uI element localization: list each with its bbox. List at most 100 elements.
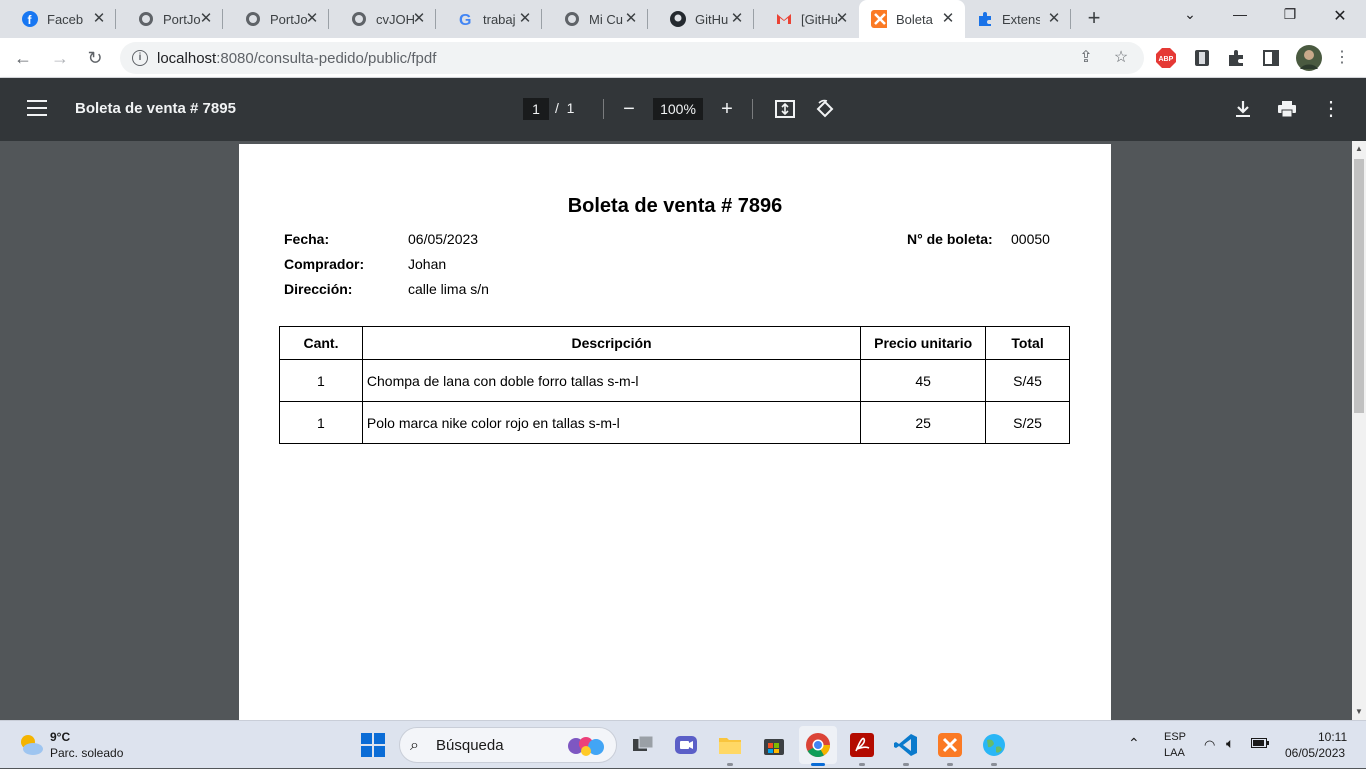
scrollbar-thumb[interactable] <box>1354 159 1364 413</box>
battery-icon[interactable] <box>1251 738 1269 751</box>
chevron-up-icon[interactable]: ⌃ <box>1128 735 1140 752</box>
google-icon: G <box>458 11 474 27</box>
scroll-down-icon[interactable]: ▼ <box>1354 707 1364 717</box>
side-panel-icon[interactable] <box>1261 48 1281 68</box>
rotate-button[interactable] <box>812 96 838 122</box>
more-options-icon[interactable]: ⋮ <box>1318 96 1344 122</box>
chrome-taskbar-button[interactable] <box>799 726 837 764</box>
page-number-input[interactable]: 1 <box>523 98 549 120</box>
forward-button[interactable]: → <box>48 46 72 70</box>
language-bottom[interactable]: LAA <box>1164 747 1185 759</box>
tab-extensiones[interactable]: Extens ✕ <box>965 0 1071 38</box>
tab-mi-cu[interactable]: Mi Cu ✕ <box>542 0 648 38</box>
reload-button[interactable]: ↻ <box>83 46 107 70</box>
volume-icon[interactable]: 🔈︎ <box>1226 735 1234 752</box>
scrollbar[interactable]: ▲ ▼ <box>1352 141 1366 720</box>
toolbar-divider <box>603 99 604 119</box>
task-view-icon[interactable] <box>630 732 656 758</box>
tab-portjo-2[interactable]: PortJo ✕ <box>223 0 329 38</box>
toolbar-divider <box>752 99 753 119</box>
taskbar-search[interactable]: ⌕ Búsqueda <box>399 727 617 763</box>
running-indicator <box>903 763 909 766</box>
bookmark-star-icon[interactable]: ☆ <box>1112 49 1130 67</box>
close-icon[interactable]: ✕ <box>305 11 319 26</box>
tab-trabaj[interactable]: G trabaj ✕ <box>436 0 542 38</box>
close-icon[interactable]: ✕ <box>199 11 213 26</box>
start-tile <box>361 746 372 757</box>
tab-divider <box>1070 9 1071 29</box>
print-button[interactable] <box>1274 96 1300 122</box>
file-explorer-icon[interactable] <box>717 732 743 758</box>
info-icon[interactable]: i <box>132 50 148 66</box>
running-indicator <box>991 763 997 766</box>
microsoft-store-icon[interactable] <box>761 732 787 758</box>
close-window-button[interactable]: ✕ <box>1326 6 1354 28</box>
column-header: Descripción <box>361 326 862 360</box>
acrobat-icon[interactable] <box>849 732 875 758</box>
clock-time[interactable]: 10:11 <box>1318 730 1347 744</box>
tab-gmail[interactable]: [GitHu ✕ <box>754 0 859 38</box>
language-top[interactable]: ESP <box>1164 731 1186 743</box>
pdf-title: Boleta de venta # 7895 <box>75 100 236 117</box>
boleta-number-label: N° de boleta: <box>907 231 993 247</box>
zoom-input[interactable]: 100% <box>653 98 703 120</box>
close-icon[interactable]: ✕ <box>835 11 849 26</box>
table-row: 1 Polo marca nike color rojo en tallas s… <box>279 401 1070 444</box>
gmail-icon <box>776 11 792 27</box>
close-icon[interactable]: ✕ <box>412 11 426 26</box>
tab-label: GitHu <box>695 11 729 27</box>
tab-cvjoh[interactable]: cvJOH ✕ <box>329 0 436 38</box>
url-text[interactable]: localhost:8080/consulta-pedido/public/fp… <box>157 50 436 67</box>
menu-icon[interactable] <box>27 100 47 116</box>
browser-menu-icon[interactable]: ⋮ <box>1330 46 1354 70</box>
close-icon[interactable]: ✕ <box>1047 11 1061 26</box>
adblock-icon[interactable]: ABP <box>1156 48 1176 68</box>
close-icon[interactable]: ✕ <box>518 11 532 26</box>
start-button[interactable] <box>361 733 385 757</box>
fit-page-button[interactable] <box>772 96 798 122</box>
start-tile <box>361 733 372 744</box>
xampp-taskbar-icon[interactable] <box>937 732 963 758</box>
avatar[interactable] <box>1296 45 1322 71</box>
tab-portjo-1[interactable]: PortJo ✕ <box>116 0 223 38</box>
cell-total: S/45 <box>985 359 1070 402</box>
back-button[interactable]: ← <box>11 46 35 70</box>
pdf-toolbar: Boleta de venta # 7895 1 / 1 − 100% + ⋮ <box>0 78 1366 141</box>
download-button[interactable] <box>1230 96 1256 122</box>
cell-precio: 45 <box>860 359 987 402</box>
cell-descripcion: Polo marca nike color rojo en tallas s-m… <box>361 401 862 444</box>
vscode-icon[interactable] <box>893 732 919 758</box>
minimize-button[interactable]: — <box>1226 6 1254 28</box>
extension-icon[interactable] <box>1192 48 1212 68</box>
new-tab-button[interactable]: + <box>1084 7 1104 29</box>
close-icon[interactable]: ✕ <box>941 11 955 26</box>
tab-facebook[interactable]: f Faceb ✕ <box>0 0 116 38</box>
start-tile <box>374 746 385 757</box>
extensions-puzzle-icon[interactable] <box>1226 48 1246 68</box>
tab-search-chevron-icon[interactable]: ⌄ <box>1176 6 1204 28</box>
meet-icon[interactable] <box>673 732 699 758</box>
facebook-icon: f <box>22 11 38 27</box>
close-icon[interactable]: ✕ <box>730 11 744 26</box>
fecha-label: Fecha: <box>284 231 330 247</box>
restore-button[interactable]: ❐ <box>1276 6 1304 28</box>
scroll-up-icon[interactable]: ▲ <box>1354 144 1364 154</box>
url-host: localhost <box>157 50 217 67</box>
tab-label: Faceb <box>47 11 84 27</box>
address-bar[interactable]: i localhost:8080/consulta-pedido/public/… <box>120 42 1144 74</box>
tab-boleta[interactable]: Boleta ✕ <box>859 0 965 38</box>
zoom-out-button[interactable]: − <box>616 96 642 122</box>
close-icon[interactable]: ✕ <box>92 11 106 26</box>
close-icon[interactable]: ✕ <box>624 11 638 26</box>
weather-icon[interactable] <box>18 732 44 758</box>
weather-condition: Parc. soleado <box>50 746 124 760</box>
zoom-in-button[interactable]: + <box>714 96 740 122</box>
table-row: 1 Chompa de lana con doble forro tallas … <box>279 359 1070 402</box>
browser-toolbar: ← → ↻ i localhost:8080/consulta-pedido/p… <box>0 38 1366 78</box>
globe-app-icon[interactable] <box>981 732 1007 758</box>
wifi-icon[interactable]: ◠ <box>1204 737 1215 753</box>
share-icon[interactable]: ⇪ <box>1077 49 1095 67</box>
tab-label: Boleta <box>896 11 933 27</box>
tab-github[interactable]: GitHu ✕ <box>648 0 754 38</box>
clock-date[interactable]: 06/05/2023 <box>1285 746 1345 760</box>
